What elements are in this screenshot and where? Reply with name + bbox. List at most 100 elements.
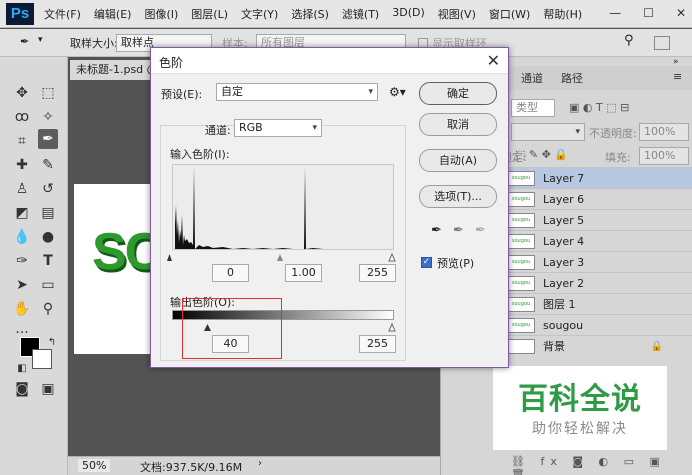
auto-button[interactable]: 自动(A)	[419, 149, 497, 172]
photoshop-logo: Ps	[6, 2, 34, 25]
layer-row[interactable]: sougou Layer 4	[501, 230, 692, 251]
fill-label: 填充:	[605, 151, 631, 164]
layer-row[interactable]: sougou Layer 2	[501, 272, 692, 293]
preset-select[interactable]: 自定 ▾	[216, 83, 378, 101]
layer-thumbnail: sougou	[507, 296, 535, 312]
default-colors-icon[interactable]: ◧	[12, 359, 32, 379]
layer-name: Layer 6	[543, 192, 585, 206]
eyedropper-tool-icon[interactable]: ✒	[38, 129, 58, 149]
status-menu-arrow-icon[interactable]: ›	[258, 458, 262, 469]
layers-panel-footer-icons[interactable]: ⛓ fx ◙ ◐ ▭ ▣ 🗑	[511, 455, 692, 475]
options-button[interactable]: 选项(T)...	[419, 185, 497, 208]
panel-menu-icon[interactable]: ≡	[673, 70, 682, 83]
quick-mask-icon[interactable]: ◙	[12, 379, 32, 399]
pen-tool-icon[interactable]: ✑	[12, 251, 32, 271]
input-gamma-field[interactable]: 1.00	[285, 264, 322, 282]
preset-value: 自定	[221, 85, 243, 98]
eyedropper-tool-icon[interactable]: ✒	[20, 35, 29, 48]
clone-stamp-tool-icon[interactable]: ♙	[12, 179, 32, 199]
path-selection-tool-icon[interactable]: ➤	[12, 275, 32, 295]
channel-value: RGB	[239, 121, 263, 134]
layer-thumbnail	[507, 338, 535, 354]
close-window-button[interactable]: ✕	[676, 6, 686, 20]
channel-select[interactable]: RGB ▾	[234, 119, 322, 137]
brush-tool-icon[interactable]: ✎	[38, 155, 58, 175]
black-eyedropper-icon[interactable]: ✒	[431, 223, 442, 238]
menu-window[interactable]: 窗口(W)	[489, 6, 530, 22]
maximize-button[interactable]: ☐	[643, 6, 654, 20]
dodge-tool-icon[interactable]: ●	[38, 227, 58, 247]
menu-select[interactable]: 选择(S)	[291, 6, 329, 22]
screen-mode-icon[interactable]: ▣	[38, 379, 58, 399]
swap-colors-icon[interactable]: ↰	[42, 333, 62, 353]
dialog-titlebar[interactable]: 色阶 ✕	[151, 48, 508, 74]
input-black-field[interactable]: 0	[212, 264, 249, 282]
search-icon[interactable]: ⚲	[624, 33, 634, 48]
layer-thumbnail: sougou	[507, 275, 535, 291]
menu-layer[interactable]: 图层(L)	[191, 6, 228, 22]
menu-image[interactable]: 图像(I)	[144, 6, 178, 22]
hand-tool-icon[interactable]: ✋	[12, 299, 32, 319]
type-tool-icon[interactable]: T	[38, 251, 58, 271]
rectangle-tool-icon[interactable]: ▭	[38, 275, 58, 295]
input-black-slider-icon	[167, 254, 172, 261]
white-eyedropper-icon[interactable]: ✒	[475, 223, 486, 238]
histogram	[172, 164, 394, 250]
menu-type[interactable]: 文字(Y)	[241, 6, 278, 22]
layer-row[interactable]: sougou Layer 5	[501, 209, 692, 230]
input-white-field[interactable]: 255	[359, 264, 396, 282]
history-brush-tool-icon[interactable]: ↺	[38, 179, 58, 199]
zoom-level[interactable]: 50%	[78, 459, 111, 472]
marquee-tool-icon[interactable]: ⬚	[38, 83, 58, 103]
layer-row[interactable]: sougou 图层 1	[501, 293, 692, 314]
eraser-tool-icon[interactable]: ◩	[12, 203, 32, 223]
minimize-button[interactable]: —	[609, 6, 621, 20]
tab-paths[interactable]: 路径	[561, 70, 583, 86]
blur-tool-icon[interactable]: 💧	[12, 227, 32, 247]
move-tool-icon[interactable]: ✥	[12, 83, 32, 103]
lock-icons[interactable]: ⬚ ✎ ✥ 🔒	[515, 148, 568, 161]
blend-mode-select[interactable]: ▾	[511, 123, 585, 141]
layer-name: 背景	[543, 340, 565, 353]
document-tab[interactable]: 未标题-1.psd @	[70, 60, 160, 80]
menu-view[interactable]: 视图(V)	[438, 6, 476, 22]
layer-row[interactable]: sougou Layer 6	[501, 188, 692, 209]
tools-panel: ✥ ⬚ ꝏ ✧ ⌗ ✒ ✚ ✎ ♙ ↺ ◩ ▤ 💧 ● ✑ T ➤ ▭ ✋ ⚲ …	[0, 57, 68, 475]
healing-brush-tool-icon[interactable]: ✚	[12, 155, 32, 175]
output-white-field[interactable]: 255	[359, 335, 396, 353]
cancel-button[interactable]: 取消	[419, 113, 497, 136]
kind-filter-select[interactable]: 类型	[511, 99, 555, 117]
tool-preset-arrow-icon[interactable]: ▾	[38, 35, 43, 45]
fill-field[interactable]: 100%	[639, 147, 689, 165]
preset-gear-icon[interactable]: ⚙▾	[389, 85, 406, 99]
menu-file[interactable]: 文件(F)	[44, 6, 81, 22]
menu-help[interactable]: 帮助(H)	[543, 6, 582, 22]
layer-row[interactable]: 背景 🔒	[501, 335, 692, 356]
layer-row[interactable]: sougou sougou	[501, 314, 692, 335]
kind-filter-label: 类型	[516, 101, 538, 114]
ok-button[interactable]: 确定	[419, 82, 497, 105]
layer-name: Layer 5	[543, 213, 585, 227]
window-controls: — ☐ ✕	[609, 6, 686, 20]
menu-edit[interactable]: 编辑(E)	[94, 6, 132, 22]
magic-wand-tool-icon[interactable]: ✧	[38, 107, 58, 127]
annotation-highlight-box	[182, 298, 282, 359]
gray-eyedropper-icon[interactable]: ✒	[453, 223, 464, 238]
layer-row[interactable]: sougou Layer 3	[501, 251, 692, 272]
tab-channels[interactable]: 通道	[521, 70, 543, 86]
filter-icons[interactable]: ▣ ◐ T ⬚ ⊟	[569, 101, 629, 114]
zoom-tool-icon[interactable]: ⚲	[38, 299, 58, 319]
layer-row[interactable]: sougou Layer 7	[501, 167, 692, 188]
crop-tool-icon[interactable]: ⌗	[12, 131, 32, 151]
menu-3d[interactable]: 3D(D)	[392, 6, 425, 22]
workspace-icon[interactable]	[654, 36, 670, 50]
gradient-tool-icon[interactable]: ▤	[38, 203, 58, 223]
opacity-field[interactable]: 100%	[639, 123, 689, 141]
menu-filter[interactable]: 滤镜(T)	[342, 6, 379, 22]
dialog-close-icon[interactable]: ✕	[487, 51, 500, 70]
lasso-tool-icon[interactable]: ꝏ	[12, 107, 32, 127]
input-sliders[interactable]	[166, 251, 402, 263]
canvas-artwork-text: SC	[92, 223, 154, 281]
preview-checkbox[interactable]: ✓	[421, 257, 432, 268]
document-canvas[interactable]: SC	[74, 184, 154, 354]
